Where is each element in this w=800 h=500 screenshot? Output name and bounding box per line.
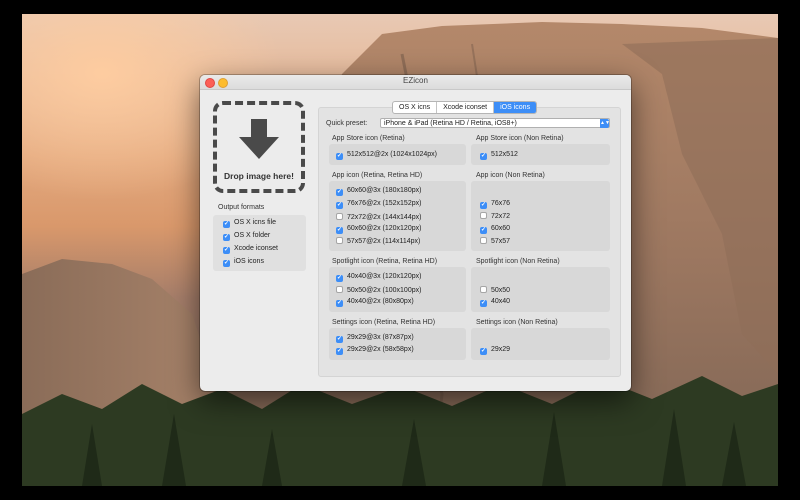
- output-format-os-x-folder[interactable]: OS X folder: [223, 232, 270, 241]
- checkbox-label: 29x29@3x (87x87px): [347, 334, 414, 341]
- checkbox-label: OS X folder: [234, 232, 271, 239]
- checkbox-label: 512x512@2x (1024x1024px): [347, 151, 438, 158]
- checkbox-label: 76x76: [491, 200, 511, 207]
- checkbox-checked-icon[interactable]: [336, 202, 343, 209]
- checkbox-label: 40x40: [491, 298, 511, 305]
- checkbox-checked-icon[interactable]: [223, 260, 230, 267]
- checkbox-row[interactable]: 57x57: [480, 237, 510, 245]
- checkbox-checked-icon[interactable]: [223, 247, 230, 254]
- checkbox-checked-icon[interactable]: [336, 227, 343, 234]
- checkbox-row[interactable]: 29x29@3x (87x87px): [336, 334, 414, 343]
- quick-preset-value: iPhone & iPad (Retina HD / Retina, iOS8+…: [384, 120, 517, 127]
- checkbox-checked-icon[interactable]: [480, 202, 487, 209]
- tab-ios-icons[interactable]: iOS icons: [494, 102, 537, 113]
- quick-preset-select[interactable]: iPhone & iPad (Retina HD / Retina, iOS8+…: [380, 118, 610, 128]
- checkbox-row[interactable]: 60x60: [480, 225, 510, 234]
- output-format-xcode-iconset[interactable]: Xcode iconset: [223, 245, 278, 254]
- checkbox-checked-icon[interactable]: [336, 300, 343, 307]
- section-title-spotlight-non-retina: Spotlight icon (Non Retina): [476, 258, 560, 265]
- section-settings-non-retina: [471, 328, 610, 360]
- section-title-app-store-non-retina: App Store icon (Non Retina): [476, 135, 564, 142]
- checkbox-checked-icon[interactable]: [336, 153, 343, 160]
- checkbox-checked-icon[interactable]: [480, 348, 487, 355]
- checkbox-row[interactable]: 512x512: [480, 151, 518, 160]
- checkbox-label: 40x40@2x (80x80px): [347, 298, 414, 305]
- checkbox-checked-icon[interactable]: [223, 221, 230, 228]
- checkbox-row[interactable]: 60x60@2x (120x120px): [336, 225, 421, 234]
- checkbox-label: 57x57: [491, 238, 511, 245]
- section-title-settings-retina: Settings icon (Retina, Retina HD): [332, 319, 436, 326]
- checkbox-row[interactable]: 50x50: [480, 286, 510, 294]
- checkbox-unchecked-icon[interactable]: [480, 237, 487, 244]
- checkbox-checked-icon[interactable]: [480, 300, 487, 307]
- checkbox-label: Xcode iconset: [234, 245, 278, 252]
- drop-zone-label: Drop image here!: [224, 171, 294, 181]
- checkbox-row[interactable]: 72x72@2x (144x144px): [336, 213, 421, 221]
- checkbox-label: 60x60: [491, 225, 511, 232]
- title-bar: EZicon: [200, 75, 631, 90]
- checkbox-unchecked-icon[interactable]: [336, 237, 343, 244]
- checkbox-row[interactable]: 72x72: [480, 212, 510, 220]
- checkbox-label: 57x57@2x (114x114px): [347, 238, 421, 245]
- checkbox-unchecked-icon[interactable]: [480, 286, 487, 293]
- window-title: EZicon: [403, 76, 428, 85]
- checkbox-label: 512x512: [491, 151, 518, 158]
- checkbox-row[interactable]: 60x60@3x (180x180px): [336, 187, 421, 196]
- checkbox-label: 29x29@2x (58x58px): [347, 346, 414, 353]
- checkbox-label: 60x60@3x (180x180px): [347, 187, 422, 194]
- ezicon-window: EZicon Drop image here! Output formats O…: [200, 75, 631, 391]
- section-title-app-non-retina: App icon (Non Retina): [476, 172, 545, 179]
- quick-preset-label: Quick preset:: [326, 120, 368, 127]
- checkbox-checked-icon[interactable]: [336, 336, 343, 343]
- checkbox-label: iOS icons: [234, 258, 264, 265]
- down-arrow-icon: [239, 119, 279, 159]
- section-title-spotlight-retina: Spotlight icon (Retina, Retina HD): [332, 258, 438, 265]
- checkbox-label: 76x76@2x (152x152px): [347, 200, 422, 207]
- checkbox-label: 40x40@3x (120x120px): [347, 273, 422, 280]
- checkbox-row[interactable]: 40x40@2x (80x80px): [336, 298, 414, 307]
- checkbox-label: 72x72@2x (144x144px): [347, 214, 422, 221]
- checkbox-label: 60x60@2x (120x120px): [347, 225, 422, 232]
- tab-os-x-icns[interactable]: OS X icns: [393, 102, 438, 113]
- checkbox-checked-icon[interactable]: [480, 227, 487, 234]
- checkbox-checked-icon[interactable]: [480, 153, 487, 160]
- checkbox-row[interactable]: 76x76: [480, 200, 510, 209]
- checkbox-checked-icon[interactable]: [336, 189, 343, 196]
- checkbox-row[interactable]: 57x57@2x (114x114px): [336, 237, 420, 245]
- output-formats-box: OS X icns file OS X folder Xcode iconset…: [213, 215, 306, 271]
- format-tabs: OS X icns Xcode iconset iOS icons: [392, 101, 538, 114]
- tab-xcode-iconset[interactable]: Xcode iconset: [437, 102, 495, 113]
- section-settings-retina: [329, 328, 466, 360]
- output-format-ios-icons[interactable]: iOS icons: [223, 258, 264, 267]
- image-drop-zone[interactable]: Drop image here!: [213, 101, 305, 193]
- checkbox-unchecked-icon[interactable]: [336, 213, 343, 220]
- checkbox-row[interactable]: 29x29@2x (58x58px): [336, 346, 414, 355]
- output-format-os-x-icns-file[interactable]: OS X icns file: [223, 219, 276, 228]
- checkbox-row[interactable]: 512x512@2x (1024x1024px): [336, 151, 437, 160]
- checkbox-row[interactable]: 76x76@2x (152x152px): [336, 200, 421, 209]
- chevron-up-down-icon[interactable]: ▲▼: [600, 119, 610, 128]
- checkbox-checked-icon[interactable]: [336, 348, 343, 355]
- checkbox-label: 72x72: [491, 213, 511, 220]
- checkbox-label: OS X icns file: [234, 219, 277, 226]
- checkbox-label: 50x50@2x (100x100px): [347, 287, 422, 294]
- checkbox-row[interactable]: 29x29: [480, 346, 510, 355]
- checkbox-row[interactable]: 40x40: [480, 298, 510, 307]
- checkbox-checked-icon[interactable]: [223, 234, 230, 241]
- checkbox-row[interactable]: 50x50@2x (100x100px): [336, 286, 421, 294]
- checkbox-unchecked-icon[interactable]: [336, 286, 343, 293]
- section-title-app-store-retina: App Store icon (Retina): [332, 135, 405, 142]
- checkbox-row[interactable]: 40x40@3x (120x120px): [336, 273, 421, 282]
- checkbox-unchecked-icon[interactable]: [480, 212, 487, 219]
- checkbox-label: 50x50: [491, 287, 511, 294]
- output-formats-title: Output formats: [218, 204, 265, 211]
- checkbox-checked-icon[interactable]: [336, 275, 343, 282]
- section-title-app-retina: App icon (Retina, Retina HD): [332, 172, 423, 179]
- checkbox-label: 29x29: [491, 346, 511, 353]
- section-title-settings-non-retina: Settings icon (Non Retina): [476, 319, 558, 326]
